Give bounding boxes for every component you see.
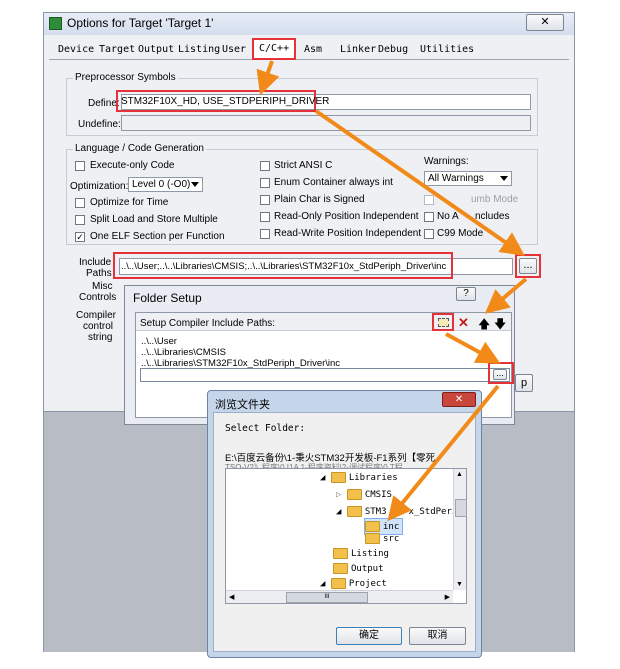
arrow-newfolder-to-browse (445, 332, 501, 364)
arrow-tab-to-define (256, 60, 280, 96)
annotation-arrows (256, 60, 528, 522)
arrow-browse-to-inc (387, 384, 500, 522)
arrow-define-to-browse (314, 109, 525, 256)
arrow-browse-to-setup (484, 277, 528, 314)
